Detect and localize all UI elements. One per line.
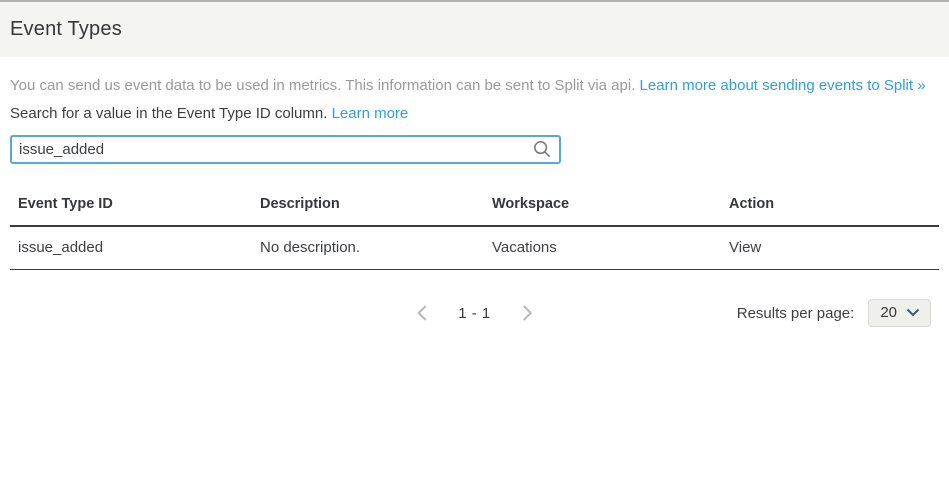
chevron-down-icon xyxy=(906,308,920,317)
cell-event-type-id: issue_added xyxy=(10,227,252,269)
intro-paragraph: You can send us event data to be used in… xyxy=(10,76,939,95)
page-range: 1 - 1 xyxy=(458,305,491,322)
event-types-table: Event Type ID Description Workspace Acti… xyxy=(10,186,939,270)
search-help-text: Search for a value in the Event Type ID … xyxy=(10,105,332,122)
cell-description: No description. xyxy=(252,227,484,269)
column-header-description: Description xyxy=(252,186,484,225)
learn-more-link[interactable]: Learn more xyxy=(332,105,409,122)
cell-action-view[interactable]: View xyxy=(721,227,939,269)
learn-more-sending-events-link[interactable]: Learn more about sending events to Split… xyxy=(640,77,926,94)
table-row: issue_added No description. Vacations Vi… xyxy=(10,227,939,270)
intro-text: You can send us event data to be used in… xyxy=(10,77,640,94)
results-per-page-value: 20 xyxy=(880,304,897,321)
chevron-right-icon xyxy=(521,304,532,322)
next-page-button[interactable] xyxy=(519,303,535,323)
chevron-left-icon xyxy=(417,304,428,322)
pagination: 1 - 1 xyxy=(414,298,535,328)
results-per-page-group: Results per page: 20 xyxy=(737,298,931,328)
table-footer: 1 - 1 Results per page: 20 xyxy=(10,298,939,328)
page-title: Event Types xyxy=(10,18,122,41)
page-header: Event Types xyxy=(0,2,949,57)
table-header-row: Event Type ID Description Workspace Acti… xyxy=(10,186,939,227)
cell-workspace: Vacations xyxy=(484,227,721,269)
column-header-workspace: Workspace xyxy=(484,186,721,225)
main-content: You can send us event data to be used in… xyxy=(0,76,949,328)
previous-page-button[interactable] xyxy=(414,303,430,323)
results-per-page-label: Results per page: xyxy=(737,305,855,322)
column-header-action: Action xyxy=(721,186,939,225)
results-per-page-select[interactable]: 20 xyxy=(868,299,931,327)
search-box xyxy=(10,135,561,164)
column-header-event-type-id: Event Type ID xyxy=(10,186,252,225)
search-input[interactable] xyxy=(10,135,561,164)
search-help-paragraph: Search for a value in the Event Type ID … xyxy=(10,104,939,123)
